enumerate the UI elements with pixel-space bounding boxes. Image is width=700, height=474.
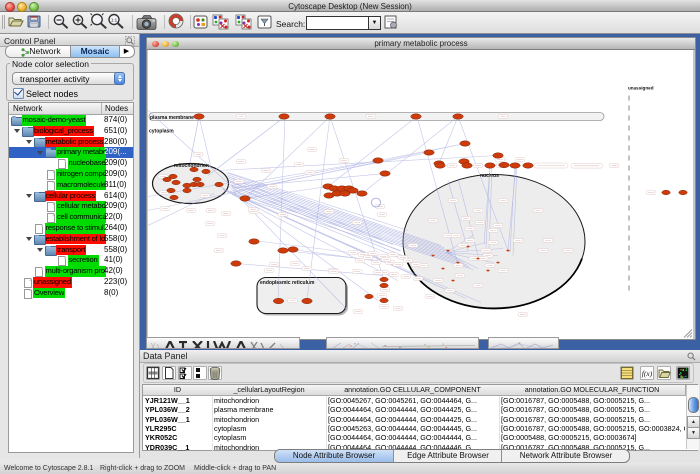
svg-text:1:1: 1:1 xyxy=(111,18,118,23)
svg-text:cytoplasm: cytoplasm xyxy=(149,129,174,135)
svg-text:f(x): f(x) xyxy=(642,369,653,378)
svg-text:endoplasmic reticulum: endoplasmic reticulum xyxy=(260,280,315,286)
svg-text:unassigned: unassigned xyxy=(628,86,654,91)
